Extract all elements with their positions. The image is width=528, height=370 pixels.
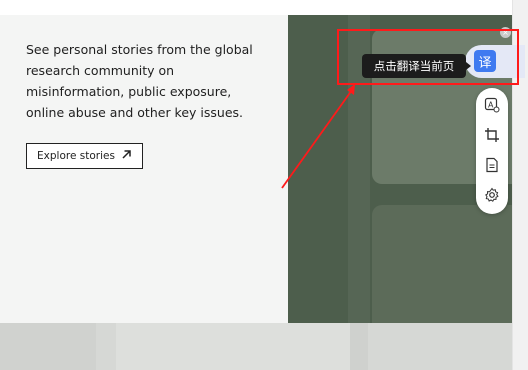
promo-line: research community on xyxy=(26,63,175,78)
promo-line: See personal stories from the global xyxy=(26,42,253,57)
document-icon[interactable] xyxy=(482,155,502,175)
svg-text:A: A xyxy=(488,101,494,110)
top-strip xyxy=(0,0,512,15)
arrow-up-right-icon xyxy=(121,149,132,163)
promo-line: online abuse and other key issues. xyxy=(26,105,244,120)
image-post xyxy=(350,323,368,370)
image-shade xyxy=(116,323,356,370)
image-shade xyxy=(0,323,96,370)
annotation-highlight-box xyxy=(337,29,519,85)
settings-icon[interactable] xyxy=(482,185,502,205)
explore-stories-button[interactable]: Explore stories xyxy=(26,143,143,169)
image-translate-icon[interactable]: A xyxy=(482,95,502,115)
promo-line: misinformation, public exposure, xyxy=(26,84,232,99)
promo-description: See personal stories from the global res… xyxy=(26,39,276,123)
translate-tool-panel: A xyxy=(476,88,508,214)
photo-pane xyxy=(372,205,512,323)
bottom-image-strip xyxy=(0,323,512,370)
explore-stories-label: Explore stories xyxy=(37,150,115,162)
crop-icon[interactable] xyxy=(482,125,502,145)
